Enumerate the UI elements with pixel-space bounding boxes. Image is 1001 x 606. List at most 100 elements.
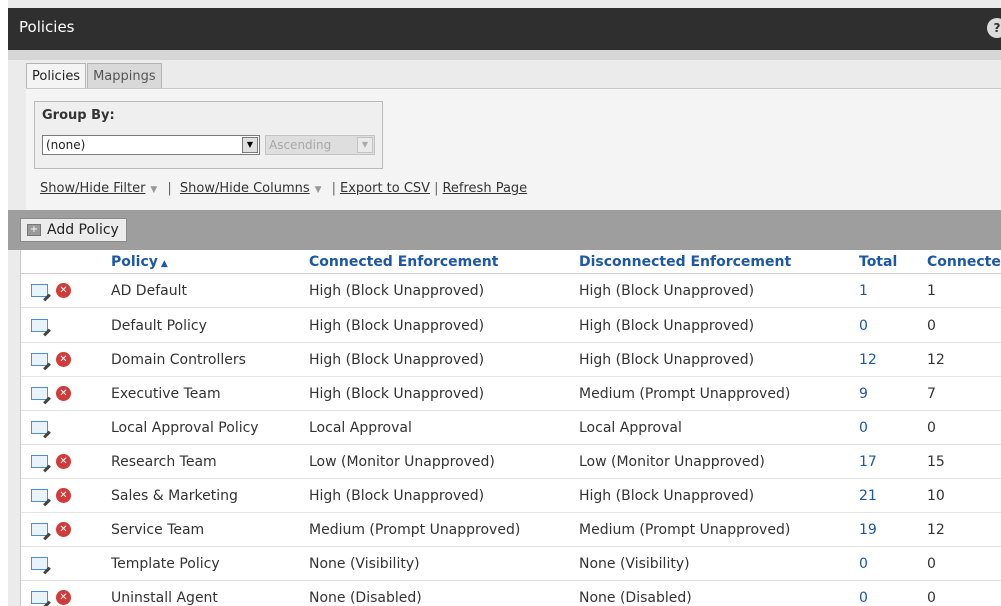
delete-icon[interactable]: ✕ bbox=[56, 386, 71, 401]
edit-icon[interactable] bbox=[31, 421, 48, 434]
column-header-connected-enforcement[interactable]: Connected Enforcement bbox=[309, 254, 498, 270]
disconnected-enforcement: High (Block Unapproved) bbox=[579, 318, 755, 334]
table-row[interactable]: ✕ Research Team Low (Monitor Unapproved) Lo… bbox=[21, 445, 1001, 479]
edit-icon[interactable] bbox=[31, 591, 48, 604]
table-row[interactable]: ✕ Service Team Medium (Prompt Unapproved) M… bbox=[21, 513, 1001, 547]
edit-icon[interactable] bbox=[31, 319, 48, 332]
policy-name: Executive Team bbox=[111, 386, 221, 402]
edit-icon[interactable] bbox=[31, 387, 48, 400]
title-bar: Policies ? bbox=[8, 8, 1001, 50]
edit-icon[interactable] bbox=[31, 455, 48, 468]
connected-enforcement: High (Block Unapproved) bbox=[309, 386, 485, 402]
column-header-total[interactable]: Total bbox=[859, 254, 897, 270]
connected-count: 0 bbox=[927, 556, 936, 572]
chevron-down-icon[interactable]: ▼ bbox=[315, 185, 322, 195]
disconnected-enforcement: Low (Monitor Unapproved) bbox=[579, 454, 765, 470]
total-count-link[interactable]: 0 bbox=[859, 590, 868, 606]
table-toolbar: + Add Policy bbox=[8, 210, 1001, 250]
total-count-link[interactable]: 0 bbox=[859, 318, 868, 334]
table-row[interactable]: ✕ AD Default High (Block Unapproved) High (… bbox=[21, 274, 1001, 308]
separator: | bbox=[331, 181, 336, 196]
group-by-box: Group By: (none) ▼ Ascending ▼ bbox=[34, 101, 383, 169]
disconnected-enforcement: Local Approval bbox=[579, 420, 682, 436]
edit-icon[interactable] bbox=[31, 557, 48, 570]
table-row[interactable]: ✕ Executive Team High (Block Unapproved) Me… bbox=[21, 377, 1001, 411]
connected-enforcement: High (Block Unapproved) bbox=[309, 318, 485, 334]
delete-icon[interactable]: ✕ bbox=[56, 454, 71, 469]
policy-name: Local Approval Policy bbox=[111, 420, 259, 436]
table-row[interactable]: ✕ Sales & Marketing High (Block Unapproved… bbox=[21, 479, 1001, 513]
table-row[interactable]: Default Policy High (Block Unapproved) Hig… bbox=[21, 309, 1001, 343]
add-policy-button[interactable]: + Add Policy bbox=[20, 218, 127, 242]
edit-icon[interactable] bbox=[31, 523, 48, 536]
sort-order-value: Ascending bbox=[269, 138, 332, 152]
window-title: Policies bbox=[19, 18, 75, 36]
column-header-disconnected-enforcement[interactable]: Disconnected Enforcement bbox=[579, 254, 791, 270]
chevron-down-icon: ▼ bbox=[357, 137, 373, 153]
total-count-link[interactable]: 21 bbox=[859, 488, 877, 504]
delete-icon[interactable]: ✕ bbox=[56, 283, 71, 298]
disconnected-enforcement: High (Block Unapproved) bbox=[579, 283, 755, 299]
tab-policies[interactable]: Policies bbox=[26, 63, 87, 89]
total-count-link[interactable]: 1 bbox=[859, 283, 868, 299]
policies-table: Policy ▲ Connected Enforcement Disconnect… bbox=[20, 250, 1001, 606]
edit-icon[interactable] bbox=[31, 489, 48, 502]
delete-icon[interactable]: ✕ bbox=[56, 590, 71, 605]
table-header: Policy ▲ Connected Enforcement Disconnect… bbox=[21, 250, 1001, 274]
policy-name: Service Team bbox=[111, 522, 205, 538]
total-count-link[interactable]: 12 bbox=[859, 352, 877, 368]
table-row[interactable]: Template Policy None (Visibility) None (Vi… bbox=[21, 547, 1001, 581]
connected-enforcement: None (Visibility) bbox=[309, 556, 420, 572]
disconnected-enforcement: None (Visibility) bbox=[579, 556, 690, 572]
policy-name: Default Policy bbox=[111, 318, 207, 334]
export-csv-link[interactable]: Export to CSV bbox=[340, 181, 430, 196]
connected-enforcement: High (Block Unapproved) bbox=[309, 488, 485, 504]
policy-name: Template Policy bbox=[111, 556, 220, 572]
edit-icon[interactable] bbox=[31, 284, 48, 297]
delete-icon[interactable]: ✕ bbox=[56, 488, 71, 503]
connected-count: 12 bbox=[927, 352, 945, 368]
column-header-label: Policy bbox=[111, 254, 158, 270]
policies-window: Policies ? Policies Mappings Group By: (… bbox=[8, 0, 1001, 606]
show-hide-filter-link[interactable]: Show/Hide Filter bbox=[40, 181, 145, 196]
action-links: Show/Hide Filter ▼ | Show/Hide Columns ▼ | Ex… bbox=[40, 181, 527, 196]
help-icon[interactable]: ? bbox=[987, 18, 1001, 38]
chevron-down-icon[interactable]: ▼ bbox=[150, 185, 157, 195]
total-count-link[interactable]: 0 bbox=[859, 556, 868, 572]
group-by-label: Group By: bbox=[42, 108, 115, 123]
total-count-link[interactable]: 9 bbox=[859, 386, 868, 402]
policy-name: AD Default bbox=[111, 283, 187, 299]
add-policy-label: Add Policy bbox=[47, 222, 119, 238]
options-panel: Group By: (none) ▼ Ascending ▼ Show/Hide… bbox=[26, 88, 1001, 210]
edit-icon[interactable] bbox=[31, 353, 48, 366]
delete-icon[interactable]: ✕ bbox=[56, 352, 71, 367]
separator: | bbox=[167, 181, 172, 196]
table-row[interactable]: ✕ Uninstall Agent None (Disabled) None (Dis… bbox=[21, 581, 1001, 606]
column-header-connected[interactable]: Connected bbox=[927, 254, 1001, 270]
separator: | bbox=[434, 181, 439, 196]
total-count-link[interactable]: 19 bbox=[859, 522, 877, 538]
connected-enforcement: Local Approval bbox=[309, 420, 412, 436]
show-hide-columns-link[interactable]: Show/Hide Columns bbox=[180, 181, 310, 196]
column-header-policy[interactable]: Policy ▲ bbox=[111, 254, 168, 270]
delete-icon[interactable]: ✕ bbox=[56, 522, 71, 537]
group-by-select[interactable]: (none) ▼ bbox=[42, 135, 260, 155]
tab-mappings[interactable]: Mappings bbox=[87, 63, 162, 89]
chevron-down-icon[interactable]: ▼ bbox=[242, 137, 258, 153]
disconnected-enforcement: High (Block Unapproved) bbox=[579, 352, 755, 368]
refresh-page-link[interactable]: Refresh Page bbox=[442, 181, 527, 196]
table-row[interactable]: ✕ Domain Controllers High (Block Unapprove… bbox=[21, 343, 1001, 377]
connected-count: 15 bbox=[927, 454, 945, 470]
sort-ascending-icon: ▲ bbox=[160, 259, 168, 269]
total-count-link[interactable]: 17 bbox=[859, 454, 877, 470]
title-separator bbox=[8, 50, 1001, 60]
add-icon: + bbox=[27, 224, 41, 236]
total-count-link[interactable]: 0 bbox=[859, 420, 868, 436]
connected-enforcement: Medium (Prompt Unapproved) bbox=[309, 522, 521, 538]
disconnected-enforcement: High (Block Unapproved) bbox=[579, 488, 755, 504]
policy-name: Uninstall Agent bbox=[111, 590, 218, 606]
connected-count: 0 bbox=[927, 420, 936, 436]
tab-bar: Policies Mappings bbox=[26, 63, 163, 89]
table-row[interactable]: Local Approval Policy Local Approval Local… bbox=[21, 411, 1001, 445]
policy-name: Research Team bbox=[111, 454, 217, 470]
